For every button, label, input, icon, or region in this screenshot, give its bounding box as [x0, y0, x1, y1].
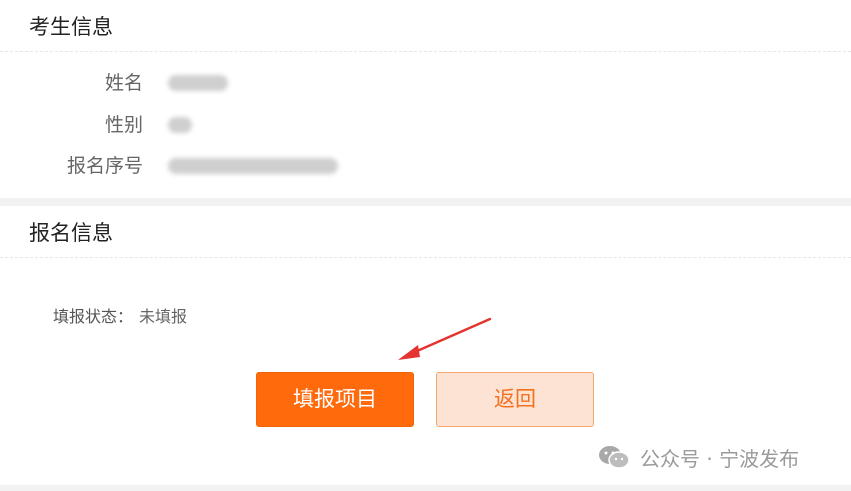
name-label: 姓名	[104, 72, 143, 94]
registration-number-row: 报名序号	[0, 151, 851, 181]
examinee-info-title: 考生信息	[0, 0, 851, 52]
fill-status-label: 填报状态：	[53, 307, 134, 326]
gender-value-redacted	[168, 117, 192, 133]
fill-status: 填报状态： 未填报	[53, 304, 187, 330]
fill-status-value: 未填报	[139, 307, 188, 326]
registration-number-label: 报名序号	[66, 155, 143, 177]
back-button[interactable]: 返回	[436, 372, 594, 427]
wechat-icon	[599, 446, 630, 469]
examinee-info-panel: 考生信息 姓名 性别 报名序号	[0, 0, 851, 198]
registration-number-value-redacted	[168, 158, 338, 174]
watermark-text: 公众号 · 宁波发布	[640, 446, 800, 471]
annotation-arrow-icon	[398, 317, 492, 360]
fill-project-button[interactable]: 填报项目	[256, 372, 414, 427]
registration-info-title: 报名信息	[0, 206, 851, 258]
name-value-redacted	[168, 75, 228, 91]
name-row: 姓名	[0, 68, 851, 98]
gender-row: 性别	[0, 110, 851, 140]
gender-label: 性别	[104, 114, 143, 136]
watermark: 公众号 · 宁波发布	[598, 441, 799, 473]
